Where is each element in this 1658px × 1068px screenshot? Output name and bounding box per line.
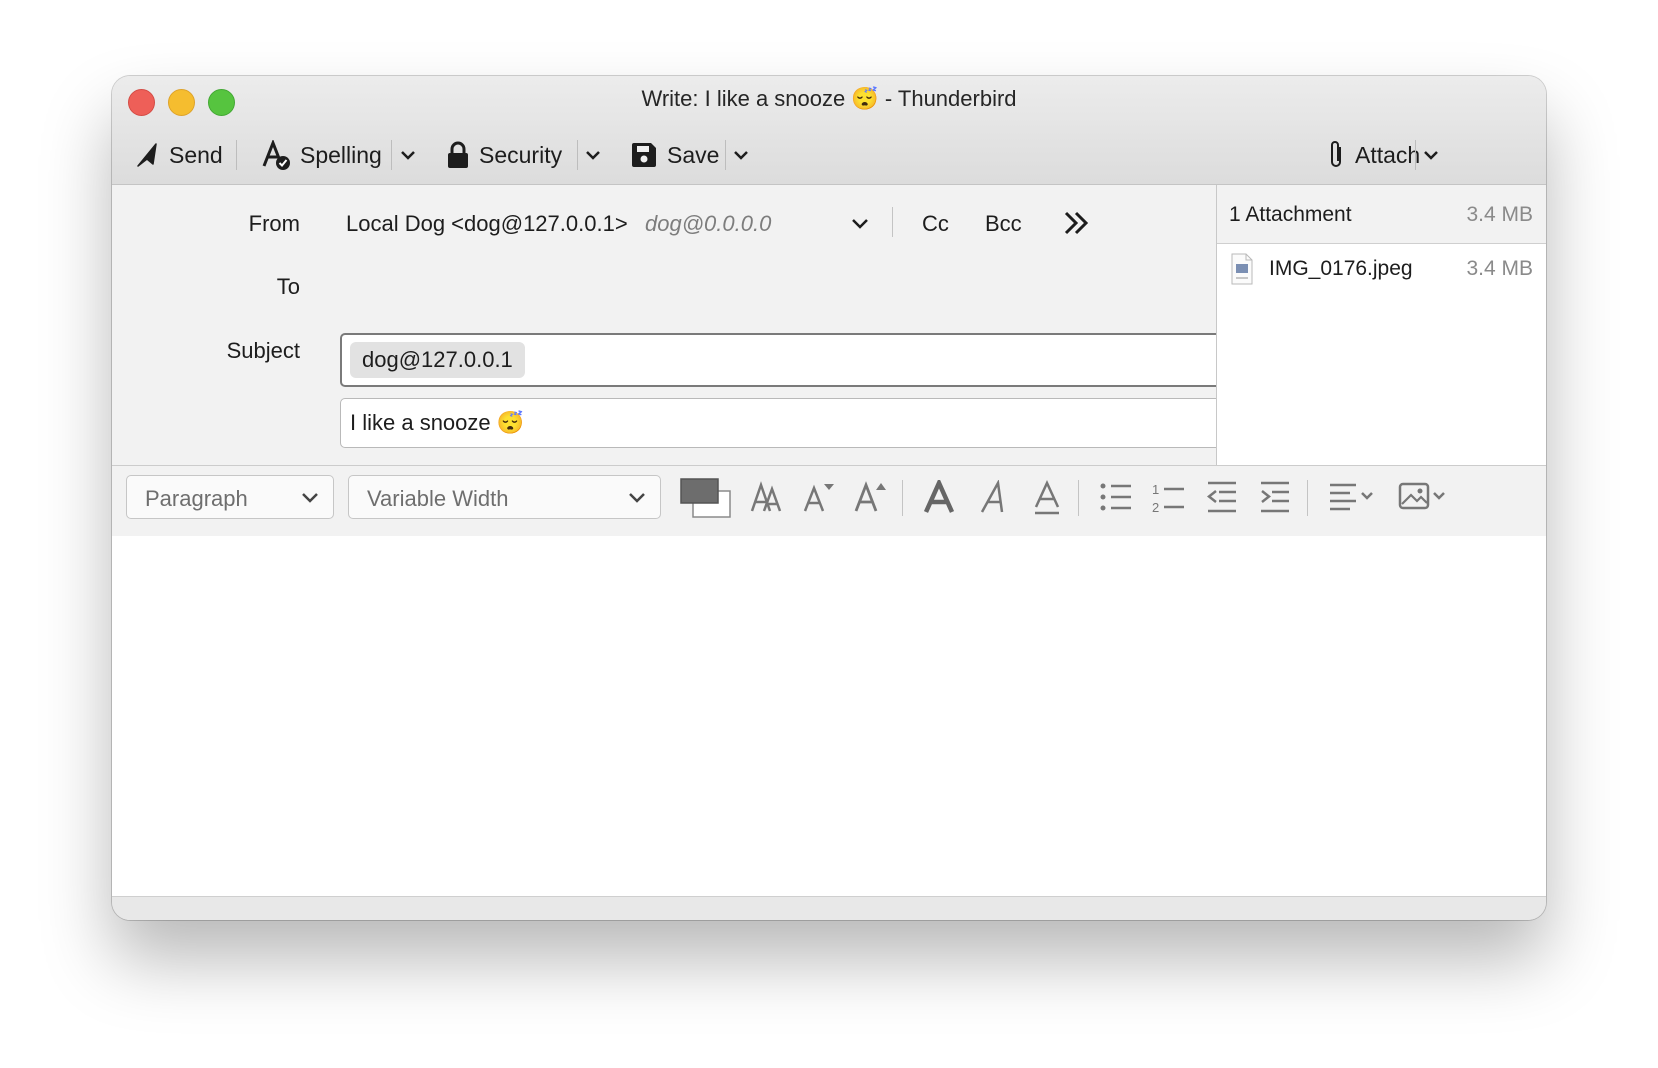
bullet-list-icon[interactable] — [1099, 480, 1133, 514]
chevron-down-icon — [302, 493, 318, 503]
toolbar-divider — [1415, 140, 1416, 170]
format-divider — [1078, 480, 1079, 516]
from-alias: dog@0.0.0.0 — [645, 211, 772, 236]
attachment-size: 3.4 MB — [1466, 257, 1533, 280]
attachment-total-size: 3.4 MB — [1466, 203, 1533, 226]
security-label: Security — [479, 141, 563, 168]
toolbar-divider — [236, 140, 237, 170]
subject-field[interactable]: I like a snooze 😴 — [340, 398, 1240, 448]
paragraph-format-select[interactable]: Paragraph — [126, 475, 334, 519]
toolbar-divider — [725, 140, 726, 170]
from-dropdown-chevron-icon[interactable] — [849, 214, 871, 234]
save-dropdown-chevron-icon[interactable] — [731, 145, 751, 165]
header-divider — [892, 207, 893, 237]
window-title: Write: I like a snooze 😴 - Thunderbird — [641, 86, 1017, 111]
spelling-label: Spelling — [300, 141, 382, 168]
attachment-name: IMG_0176.jpeg — [1269, 257, 1413, 280]
attach-dropdown-chevron-icon[interactable] — [1421, 145, 1441, 165]
recipient-pill[interactable]: dog@127.0.0.1 — [350, 342, 525, 378]
numbered-list-icon[interactable]: 12 — [1152, 480, 1186, 514]
outdent-icon[interactable] — [1205, 480, 1239, 514]
save-icon — [632, 143, 656, 167]
more-recipients-double-chevron-icon[interactable] — [1062, 209, 1092, 237]
attachment-count: 1 Attachment — [1229, 203, 1352, 226]
align-chevron-icon[interactable] — [1328, 480, 1378, 514]
spelling-icon — [262, 140, 290, 170]
increase-font-size-icon[interactable] — [854, 480, 888, 514]
paragraph-format-value: Paragraph — [145, 486, 248, 511]
underline-icon[interactable] — [1032, 480, 1062, 516]
attach-label: Attach — [1355, 141, 1421, 168]
formatting-toolbar: Paragraph Variable Width 12 — [112, 465, 1546, 537]
text-color-picker-icon[interactable] — [680, 478, 732, 518]
attachment-pane: 1 Attachment 3.4 MB IMG_0176.jpeg 3.4 MB — [1216, 185, 1546, 465]
decrease-font-size-icon[interactable] — [802, 480, 836, 514]
format-divider — [1307, 480, 1308, 516]
attach-button[interactable]: Attach — [1326, 132, 1420, 178]
from-identity: Local Dog <dog@127.0.0.1> — [346, 211, 628, 236]
attachment-header[interactable]: 1 Attachment 3.4 MB — [1217, 185, 1546, 244]
svg-text:2: 2 — [1152, 500, 1159, 514]
message-body-editor[interactable] — [112, 536, 1546, 896]
subject-label: Subject — [226, 338, 300, 363]
from-label: From — [248, 211, 300, 236]
italic-icon[interactable] — [978, 480, 1008, 514]
attachment-item[interactable]: IMG_0176.jpeg 3.4 MB — [1217, 251, 1546, 289]
security-button[interactable]: Security — [446, 132, 562, 178]
svg-text:1: 1 — [1152, 482, 1159, 497]
save-label: Save — [667, 141, 720, 168]
format-divider — [902, 480, 903, 516]
to-field[interactable]: dog@127.0.0.1 — [340, 333, 1242, 387]
chevron-down-icon — [629, 493, 645, 503]
spelling-button[interactable]: Spelling — [261, 132, 382, 178]
toolbar-divider — [391, 140, 392, 170]
compose-toolbar: Send Spelling Security Save Attach — [112, 132, 1546, 178]
bcc-button[interactable]: Bcc — [985, 211, 1022, 237]
to-label: To — [276, 274, 300, 299]
send-icon — [137, 143, 157, 167]
font-family-select[interactable]: Variable Width — [348, 475, 661, 519]
spelling-dropdown-chevron-icon[interactable] — [398, 145, 418, 165]
toolbar-divider — [577, 140, 578, 170]
smaller-font-size-icon[interactable] — [750, 480, 784, 514]
insert-image-chevron-icon[interactable] — [1398, 480, 1450, 514]
indent-icon[interactable] — [1258, 480, 1292, 514]
save-button[interactable]: Save — [630, 132, 719, 178]
status-bar — [112, 896, 1546, 920]
lock-icon — [448, 141, 468, 168]
bold-icon[interactable] — [924, 480, 954, 514]
compose-window: Write: I like a snooze 😴 - Thunderbird S… — [112, 76, 1546, 920]
send-button[interactable]: Send — [136, 132, 223, 178]
title-bar: Write: I like a snooze 😴 - Thunderbird S… — [112, 76, 1546, 185]
message-headers: From Local Dog <dog@127.0.0.1> dog@0.0.0… — [112, 185, 1242, 465]
subject-value: I like a snooze 😴 — [350, 410, 525, 435]
security-dropdown-chevron-icon[interactable] — [583, 145, 603, 165]
paperclip-icon — [1331, 141, 1341, 167]
send-label: Send — [169, 141, 223, 168]
jpeg-file-icon — [1231, 253, 1253, 285]
font-family-value: Variable Width — [367, 486, 509, 511]
cc-button[interactable]: Cc — [922, 211, 949, 237]
